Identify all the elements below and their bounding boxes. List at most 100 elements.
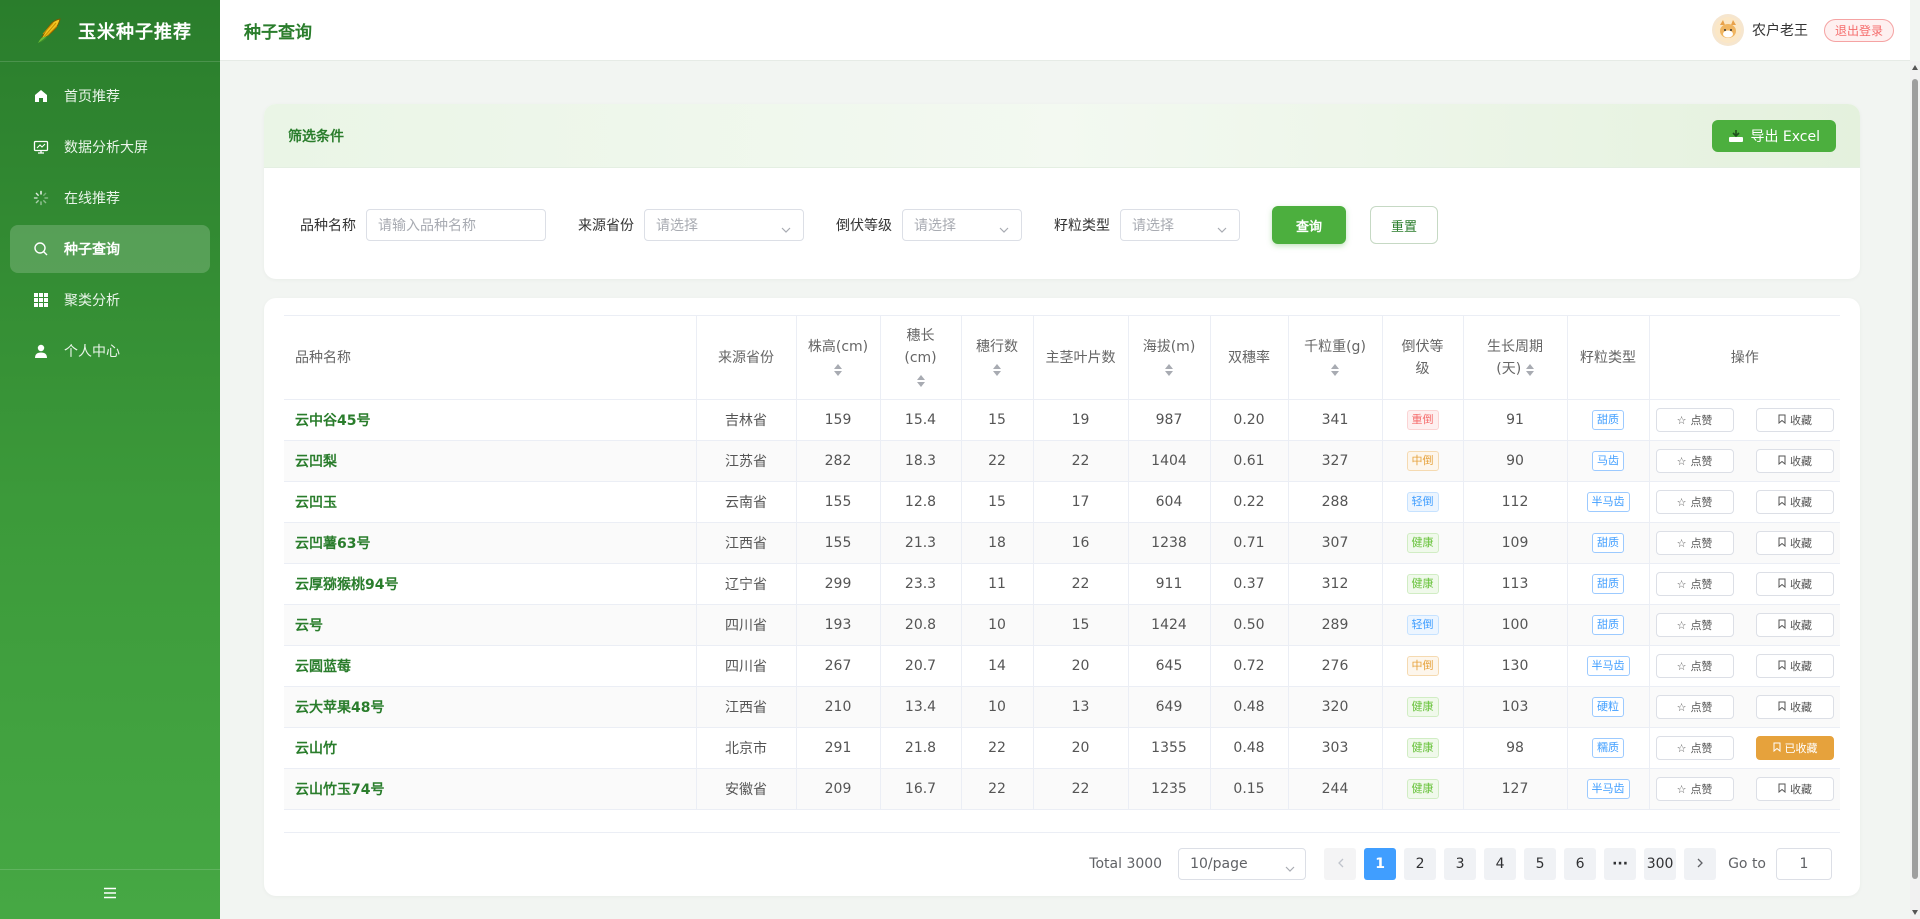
- favorite-button[interactable]: 收藏: [1756, 449, 1834, 473]
- variety-name-link[interactable]: 云凹玉: [295, 495, 337, 511]
- variety-name-link[interactable]: 云山竹: [295, 741, 337, 757]
- sort-icon[interactable]: [1165, 363, 1173, 376]
- sidebar-item-seed-query[interactable]: 种子查询: [10, 225, 210, 273]
- cell-actions: ☆ 点赞 收藏: [1649, 563, 1840, 605]
- chevron-down-icon: [1285, 860, 1295, 876]
- page-button-1[interactable]: 1: [1364, 848, 1397, 880]
- cell-double-ear: 0.22: [1210, 481, 1289, 523]
- variety-name-link[interactable]: 云凹梨: [295, 454, 337, 470]
- like-button[interactable]: ☆ 点赞: [1655, 408, 1734, 432]
- variety-name-link[interactable]: 云号: [295, 618, 323, 634]
- page-button-last[interactable]: 300: [1644, 848, 1677, 880]
- scroll-thumb[interactable]: [1912, 79, 1918, 879]
- sort-icon[interactable]: [834, 363, 842, 376]
- like-button[interactable]: ☆ 点赞: [1655, 654, 1734, 678]
- lodging-select[interactable]: 请选择: [902, 209, 1022, 241]
- star-icon: ☆: [1676, 618, 1687, 632]
- favorite-button[interactable]: 收藏: [1756, 777, 1834, 801]
- scroll-up-arrow-icon[interactable]: [1912, 65, 1918, 70]
- col-altitude[interactable]: 海拔(m): [1128, 315, 1211, 400]
- like-button[interactable]: ☆ 点赞: [1655, 777, 1734, 801]
- scroll-down-arrow-icon[interactable]: [1912, 910, 1918, 915]
- col-ear-rows[interactable]: 穗行数: [961, 315, 1034, 400]
- avatar[interactable]: [1711, 14, 1744, 46]
- like-button[interactable]: ☆ 点赞: [1655, 531, 1734, 555]
- province-select[interactable]: 请选择: [644, 209, 804, 241]
- cell-variety-name: 云山竹玉74号: [284, 768, 697, 810]
- sidebar-item-online-recommend[interactable]: 在线推荐: [10, 174, 210, 222]
- variety-name-link[interactable]: 云圆蓝莓: [295, 659, 351, 675]
- bookmark-icon: [1778, 619, 1786, 632]
- variety-name-link[interactable]: 云大苹果48号: [295, 700, 384, 716]
- logout-button[interactable]: 退出登录: [1823, 18, 1894, 42]
- goto-page-input[interactable]: 1: [1776, 848, 1832, 880]
- chevron-down-icon: [1217, 221, 1227, 237]
- like-button[interactable]: ☆ 点赞: [1655, 613, 1734, 637]
- variety-name-link[interactable]: 云山竹玉74号: [295, 782, 384, 798]
- star-icon: ☆: [1676, 413, 1687, 427]
- variety-name-link[interactable]: 云中谷45号: [295, 413, 370, 429]
- sidebar-collapse-button[interactable]: [0, 869, 220, 919]
- sort-icon[interactable]: [1525, 363, 1534, 376]
- cell-kernel-type: 甜质: [1567, 563, 1650, 605]
- col-growth-period[interactable]: 生长周期 (天): [1463, 315, 1568, 400]
- sort-icon[interactable]: [916, 374, 925, 387]
- cell-altitude: 911: [1128, 563, 1211, 605]
- cell-actions: ☆ 点赞 收藏: [1649, 481, 1840, 523]
- variety-name-link[interactable]: 云厚猕猴桃94号: [295, 577, 398, 593]
- more-pages-button[interactable]: ···: [1604, 848, 1637, 880]
- sidebar-item-dashboard[interactable]: 数据分析大屏: [10, 123, 210, 171]
- next-page-button[interactable]: [1684, 848, 1717, 880]
- cell-variety-name: 云中谷45号: [284, 399, 697, 441]
- page-button-3[interactable]: 3: [1444, 848, 1477, 880]
- page-size-select[interactable]: 10/page: [1178, 848, 1307, 880]
- favorite-button[interactable]: 已收藏: [1756, 736, 1834, 760]
- like-button[interactable]: ☆ 点赞: [1655, 449, 1734, 473]
- cell-double-ear: 0.48: [1210, 686, 1289, 728]
- reset-button[interactable]: 重置: [1370, 206, 1438, 244]
- table-row: 云圆蓝莓 四川省 267 20.7 14 20 645 0.72 276 中倒 130 半马齿 ☆ 点赞 收…: [284, 645, 1840, 687]
- sidebar-item-cluster[interactable]: 聚类分析: [10, 276, 210, 324]
- page-button-4[interactable]: 4: [1484, 848, 1517, 880]
- star-icon: ☆: [1676, 659, 1687, 673]
- kernel-type-label: 籽粒类型: [1054, 218, 1110, 234]
- query-button[interactable]: 查询: [1272, 206, 1346, 244]
- like-label: 点赞: [1690, 496, 1713, 509]
- home-icon: [32, 87, 50, 105]
- cell-growth: 103: [1463, 686, 1568, 728]
- bookmark-icon: [1778, 578, 1786, 591]
- favorite-button[interactable]: 收藏: [1756, 695, 1834, 719]
- col-plant-height[interactable]: 株高(cm): [796, 315, 881, 400]
- col-kernel-weight[interactable]: 千粒重(g): [1288, 315, 1383, 400]
- favorite-button[interactable]: 收藏: [1756, 408, 1834, 432]
- page-button-6[interactable]: 6: [1564, 848, 1597, 880]
- cell-province: 安徽省: [696, 768, 797, 810]
- cell-ear-len: 18.3: [880, 440, 962, 482]
- variety-name-link[interactable]: 云凹薯63号: [295, 536, 370, 552]
- variety-name-input[interactable]: 请输入品种名称: [366, 209, 546, 241]
- prev-page-button[interactable]: [1324, 848, 1357, 880]
- like-button[interactable]: ☆ 点赞: [1655, 490, 1734, 514]
- page-button-2[interactable]: 2: [1404, 848, 1437, 880]
- like-button[interactable]: ☆ 点赞: [1655, 736, 1734, 760]
- favorite-button[interactable]: 收藏: [1756, 572, 1834, 596]
- export-excel-button[interactable]: 导出 Excel: [1712, 120, 1836, 152]
- sidebar-item-home[interactable]: 首页推荐: [10, 72, 210, 120]
- kernel-type-select[interactable]: 请选择: [1120, 209, 1240, 241]
- favorite-button[interactable]: 收藏: [1756, 654, 1834, 678]
- like-button[interactable]: ☆ 点赞: [1655, 572, 1734, 596]
- cell-kernel-weight: 312: [1288, 563, 1383, 605]
- sort-icon[interactable]: [993, 363, 1001, 376]
- favorite-button[interactable]: 收藏: [1756, 490, 1834, 514]
- col-ear-length[interactable]: 穗长 (cm): [880, 315, 962, 400]
- page-scrollbar[interactable]: [1910, 61, 1920, 919]
- sort-icon[interactable]: [1331, 363, 1339, 376]
- page-button-5[interactable]: 5: [1524, 848, 1557, 880]
- kernel-type-tag: 硬粒: [1592, 697, 1624, 717]
- like-button[interactable]: ☆ 点赞: [1655, 695, 1734, 719]
- favorite-button[interactable]: 收藏: [1756, 531, 1834, 555]
- like-label: 点赞: [1690, 455, 1713, 468]
- sidebar-item-profile[interactable]: 个人中心: [10, 327, 210, 375]
- favorite-button[interactable]: 收藏: [1756, 613, 1834, 637]
- cell-lodging: 轻倒: [1382, 604, 1464, 646]
